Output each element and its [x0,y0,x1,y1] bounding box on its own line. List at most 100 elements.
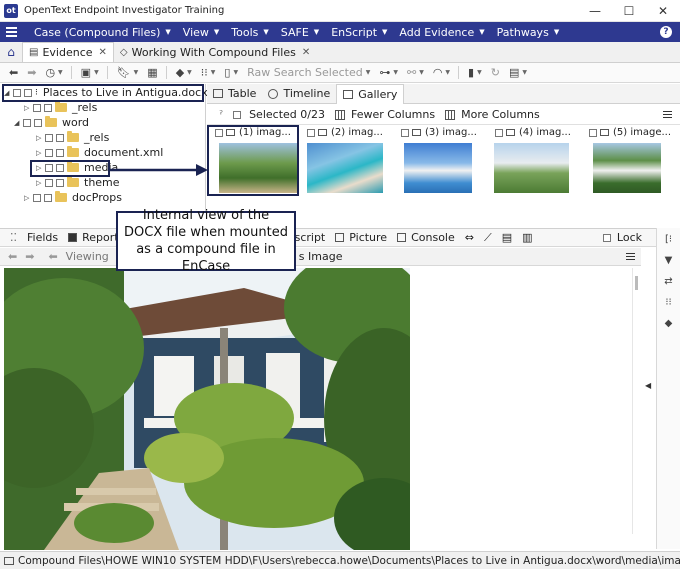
tree-checkbox[interactable] [13,88,21,97]
document-icon[interactable]: ▯ ▼ [224,66,238,79]
menu-add-evidence[interactable]: Add Evidence ▼ [399,26,484,39]
grid-select-icon[interactable]: ⁝⁝ ▼ [201,66,216,79]
tree-item-rels[interactable]: ▷ _rels [24,100,97,115]
forward-arrow-icon[interactable]: ➡ [27,66,36,79]
collapse-triangle-icon[interactable]: ◢ [14,119,23,127]
tree-checkbox[interactable] [45,148,53,157]
tree-checkbox[interactable] [45,163,53,172]
options-menu-icon[interactable] [663,111,672,118]
tree-item-word-rels[interactable]: ▷ _rels [36,130,109,145]
doc-icon[interactable]: ▤ [502,231,512,244]
tree-checkbox[interactable] [56,178,64,187]
thumbnail-checkbox[interactable] [215,128,223,137]
forward-arrow-icon[interactable]: ➡ [25,250,34,263]
tab-working-with-compound-files[interactable]: ◇ Working With Compound Files ✕ [114,42,316,62]
tag-icon[interactable]: ◆ [665,318,673,329]
close-window-button[interactable]: ✕ [646,0,680,22]
thumbnail-label[interactable]: (2) imag... [307,125,399,140]
thumbnail-image-1[interactable] [219,143,297,193]
help-icon[interactable]: ? [660,26,672,38]
tab-console[interactable]: Console [397,231,455,244]
tree-item-theme[interactable]: ▷ theme [36,175,120,190]
thumbnail-checkbox[interactable] [589,128,597,137]
tree-checkbox[interactable] [24,88,32,97]
back-arrow-icon[interactable]: ⬅ [8,250,17,263]
hamburger-menu-icon[interactable] [0,27,22,37]
tab-report[interactable]: Report [68,231,119,244]
up-arrow-icon[interactable]: ⬅ [48,250,57,263]
tree-checkbox[interactable] [34,118,42,127]
tree-checkbox[interactable] [33,193,41,202]
tree-checkbox[interactable] [44,193,52,202]
home-icon[interactable]: ⌂ [0,42,22,62]
menu-safe[interactable]: SAFE ▼ [281,26,319,39]
tab-enscript[interactable]: script [295,231,326,244]
menu-view[interactable]: View ▼ [183,26,220,39]
link-icon[interactable]: ⚯ ▼ [407,66,424,79]
thumbnail-label[interactable]: (4) imag... [495,125,587,140]
fewer-columns-button[interactable]: Fewer Columns [334,108,435,121]
thumbnail-label[interactable]: (5) image... [589,125,677,140]
hierarchy-icon[interactable]: ⊶ ▼ [379,66,398,79]
lock-toggle[interactable]: Lock [602,231,642,244]
close-icon[interactable]: ✕ [99,47,107,58]
expand-triangle-icon[interactable]: ▷ [24,194,33,202]
options-menu-icon[interactable] [626,253,635,260]
tab-gallery[interactable]: Gallery [336,83,405,104]
tab-table[interactable]: Table [207,84,262,104]
tree-checkbox[interactable] [33,103,41,112]
drag-handle-icon[interactable]: ⁚⁚ [10,231,17,244]
bookmark-icon[interactable]: 🔖︎ ▼ [117,66,139,79]
tag-icon[interactable]: ◆ ▼ [176,66,192,79]
tree-checkbox[interactable] [56,148,64,157]
pin-icon[interactable]: ⟋ [484,231,492,245]
report-icon[interactable]: ▤ ▼ [509,66,527,79]
thumbnail-image-3[interactable] [404,143,472,193]
maximize-button[interactable]: ☐ [612,0,646,22]
thumbnail-checkbox[interactable] [401,128,409,137]
history-icon[interactable]: ◷ ▼ [45,66,62,79]
tree-item-word[interactable]: ◢ word [14,115,89,130]
tree-checkbox[interactable] [23,118,31,127]
bracket-icon[interactable]: [⁝ [665,234,672,245]
tree-item-docx[interactable]: ◢ ⁝ Places to Live in Antigua.docx [4,85,208,100]
thumbnail-image-4[interactable] [494,143,569,193]
select-all-checkbox[interactable] [233,110,242,119]
tree-item-media[interactable]: ▷ media [36,160,118,175]
tree-checkbox[interactable] [56,163,64,172]
columns-icon[interactable]: ⁝⁝ [665,297,671,308]
refresh-icon[interactable]: ↻ [491,66,500,79]
close-icon[interactable]: ✕ [302,47,310,58]
thumbnail-label[interactable]: (1) imag... [215,125,303,140]
tree-item-document-xml[interactable]: ▷ document.xml [36,145,163,160]
menu-pathways[interactable]: Pathways ▼ [497,26,560,39]
expand-triangle-icon[interactable]: ▷ [36,179,45,187]
more-columns-button[interactable]: More Columns [445,108,540,121]
minimize-button[interactable]: — [578,0,612,22]
menu-case[interactable]: Case (Compound Files) ▼ [34,26,171,39]
menu-tools[interactable]: Tools ▼ [231,26,269,39]
tree-checkbox[interactable] [45,133,53,142]
viewer-scrollbar[interactable] [632,268,640,534]
thumbnail-image-2[interactable] [307,143,383,193]
expand-triangle-icon[interactable]: ▷ [36,134,45,142]
sort-icon[interactable]: ˀ [219,108,223,121]
expand-arrows-icon[interactable]: ⇔ [465,231,474,244]
scrollbar-thumb[interactable] [635,276,638,290]
back-arrow-icon[interactable]: ⬅ [9,66,18,79]
tree-checkbox[interactable] [56,133,64,142]
thumbnail-checkbox[interactable] [307,128,315,137]
doc2-icon[interactable]: ▥ [522,231,532,244]
lock-checkbox[interactable] [602,233,611,242]
expand-triangle-icon[interactable]: ▷ [36,149,45,157]
tab-fields[interactable]: Fields [27,231,58,244]
thumbnail-image-5[interactable] [593,143,661,193]
tab-timeline[interactable]: Timeline [262,84,336,104]
thumbnail-checkbox[interactable] [495,128,503,137]
gauge-icon[interactable]: ◠ ▼ [433,66,450,79]
expand-triangle-icon[interactable]: ▷ [24,104,33,112]
tab-picture[interactable]: Picture [335,231,387,244]
collapse-triangle-icon[interactable]: ◢ [4,89,13,97]
tree-checkbox[interactable] [45,178,53,187]
tree-checkbox[interactable] [44,103,52,112]
